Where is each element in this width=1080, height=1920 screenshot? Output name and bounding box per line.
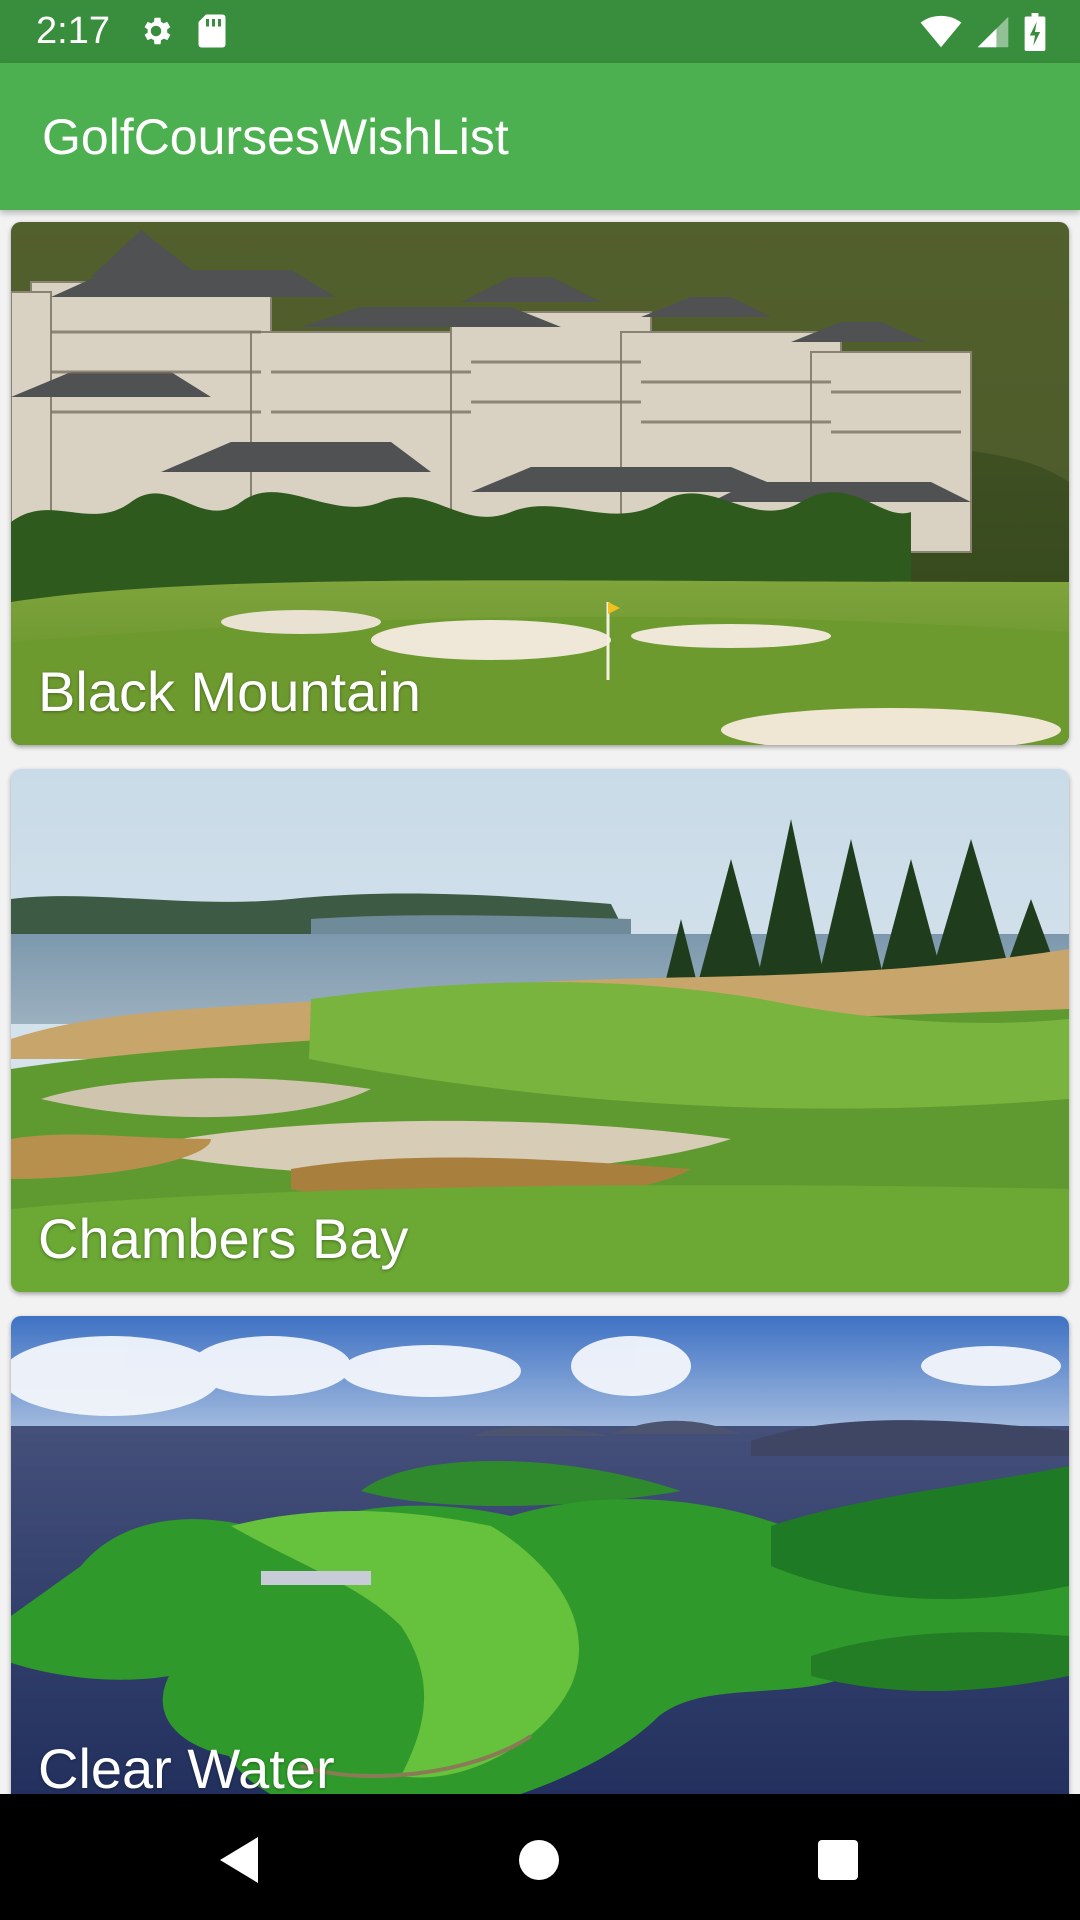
status-bar: 2:17 bbox=[0, 0, 1080, 63]
back-button[interactable] bbox=[210, 1832, 270, 1892]
course-list[interactable]: Black Mountain Chambers Bay Clear Water bbox=[0, 210, 1080, 1794]
course-name: Clear Water bbox=[38, 1737, 335, 1794]
screen: 2:17 GolfCoursesWishList Black Mountain … bbox=[0, 0, 1080, 1920]
cell-signal-icon bbox=[976, 15, 1010, 49]
home-icon bbox=[519, 1839, 559, 1885]
wifi-icon bbox=[920, 15, 962, 49]
home-button[interactable] bbox=[509, 1832, 569, 1892]
course-name: Chambers Bay bbox=[38, 1207, 409, 1270]
course-card-clear-water[interactable]: Clear Water bbox=[11, 1316, 1069, 1794]
navigation-bar bbox=[0, 1794, 1080, 1920]
status-left-icons bbox=[138, 13, 228, 49]
status-time: 2:17 bbox=[36, 10, 110, 52]
recents-button[interactable] bbox=[808, 1832, 868, 1892]
status-right-icons bbox=[920, 13, 1046, 51]
course-card-black-mountain[interactable]: Black Mountain bbox=[11, 222, 1069, 745]
battery-charging-icon bbox=[1024, 13, 1046, 51]
app-bar: GolfCoursesWishList bbox=[0, 63, 1080, 210]
course-card-chambers-bay[interactable]: Chambers Bay bbox=[11, 769, 1069, 1292]
app-title: GolfCoursesWishList bbox=[42, 109, 509, 165]
course-image bbox=[11, 1316, 1069, 1794]
sd-card-icon bbox=[196, 13, 228, 49]
back-icon bbox=[218, 1835, 262, 1890]
course-name: Black Mountain bbox=[38, 660, 421, 723]
settings-icon bbox=[138, 13, 174, 49]
recents-icon bbox=[818, 1839, 858, 1885]
